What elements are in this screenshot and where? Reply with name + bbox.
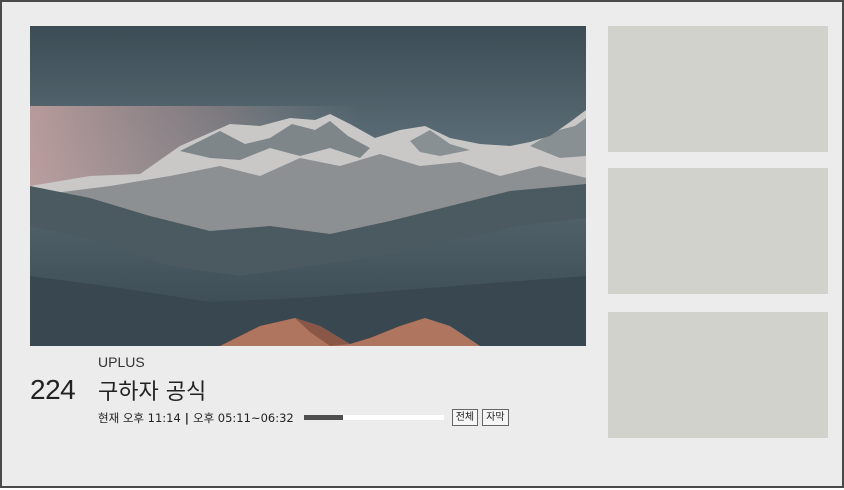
channel-thumbnail-2[interactable] — [608, 168, 828, 294]
mountain-scene-image — [30, 26, 586, 346]
age-rating-badge: 전체 — [451, 409, 479, 426]
separator: | — [184, 410, 189, 425]
schedule-row: 현재 오후 11:14 | 오후 05:11~06:32 전체 자막 — [98, 409, 509, 426]
channel-thumbnail-3[interactable] — [608, 312, 828, 438]
program-time-range: 오후 05:11~06:32 — [192, 410, 294, 425]
program-title: 구하자 공식 — [98, 380, 207, 405]
program-progress-bar — [303, 415, 444, 420]
progress-fill — [303, 415, 343, 420]
channel-number: 224 — [30, 374, 76, 405]
subtitle-badge: 자막 — [482, 409, 509, 426]
current-time: 현재 오후 11:14 — [98, 410, 181, 425]
channel-thumbnail-1[interactable] — [608, 26, 828, 152]
tv-guide-screen: 224 UPLUS 구하자 공식 현재 오후 11:14 | 오후 05:11~… — [0, 0, 844, 488]
video-preview[interactable] — [30, 26, 586, 346]
provider-label: UPLUS — [98, 354, 145, 370]
